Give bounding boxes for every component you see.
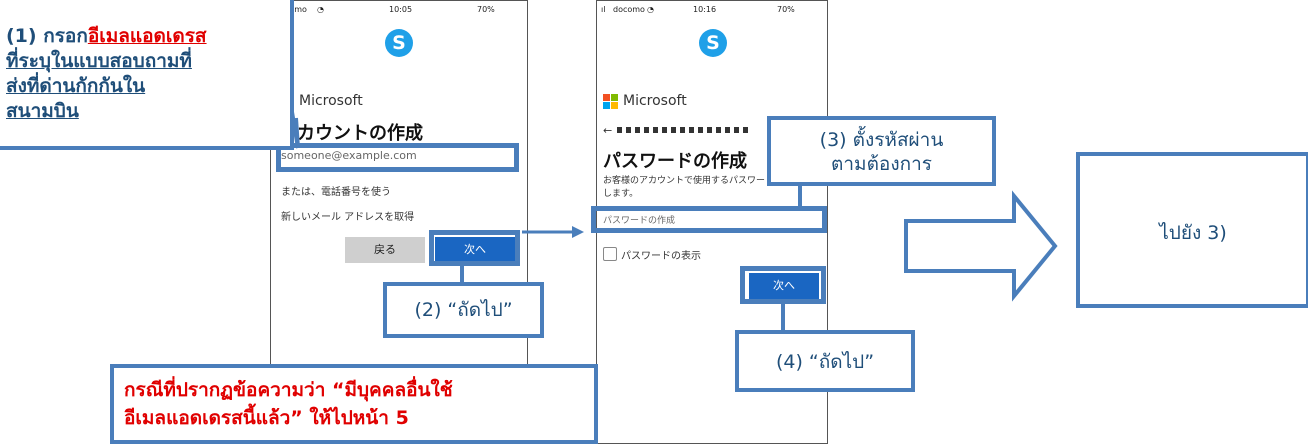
step4-callout: (4) “ถัดไป” — [735, 330, 915, 392]
goto-label: ไปยัง 3) — [1159, 222, 1227, 244]
step1-prefix: (1) กรอก — [6, 25, 88, 47]
step3-line1: (3) ตั้งรหัสผ่าน — [819, 129, 944, 151]
step3-line2: ตามต้องการ — [831, 153, 932, 175]
big-right-arrow-icon — [904, 190, 1058, 302]
step3-callout: (3) ตั้งรหัสผ่าน ตามต้องการ — [767, 116, 996, 186]
step1-pointer-line — [294, 117, 300, 149]
next-page-arrowhead — [572, 226, 584, 238]
step1-line2: ที่ระบุในแบบสอบถามที่ — [6, 50, 192, 72]
step2-callout: (2) “ถัดไป” — [383, 282, 544, 338]
step2-label: (2) “ถัดไป” — [414, 299, 513, 321]
step1-callout: (1) กรอกอีเมลแอดเดรส ที่ระบุในแบบสอบถามท… — [0, 0, 294, 150]
goto-next-step-box: ไปยัง 3) — [1076, 152, 1308, 308]
note-line2: อีเมลแอดเดรสนี้แล้ว” ให้ไปหน้า 5 — [124, 407, 409, 429]
note-line1: กรณีที่ปรากฏข้อความว่า “มีบุคคลอื่นใช้ — [124, 379, 453, 401]
step1-line4: สนามบิน — [6, 100, 79, 122]
step4-label: (4) “ถัดไป” — [775, 351, 875, 373]
note-callout: กรณีที่ปรากฏข้อความว่า “มีบุคคลอื่นใช้ อ… — [110, 364, 598, 444]
step1-email-highlight: อีเมลแอดเดรส — [87, 25, 207, 47]
step1-line3: ส่งที่ด่านกักกันใน — [6, 75, 146, 97]
